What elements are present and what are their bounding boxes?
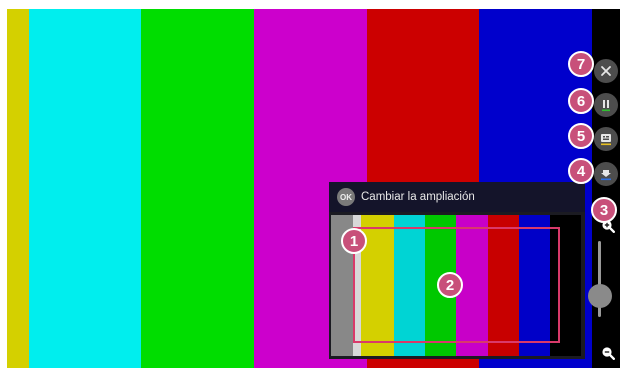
callout-badge-6: 6: [568, 88, 594, 114]
ok-badge: OK: [337, 188, 355, 206]
caption-button[interactable]: [594, 127, 618, 151]
color-bar: [29, 9, 141, 368]
magnifier-panel: OK Cambiar la ampliación: [329, 182, 585, 359]
zoom-out-button[interactable]: [601, 346, 615, 360]
color-bar: [141, 9, 254, 368]
close-button[interactable]: [594, 59, 618, 83]
callout-badge-7: 7: [568, 51, 594, 77]
pause-button[interactable]: [594, 93, 618, 117]
zoom-out-icon: [602, 347, 615, 360]
thumbnail-bar: [519, 215, 550, 356]
zoom-slider-knob[interactable]: [588, 283, 612, 308]
magnifier-title: Cambiar la ampliación: [361, 191, 475, 203]
color-bar: [7, 9, 29, 368]
move-button[interactable]: [594, 162, 618, 186]
thumbnail-bar: [488, 215, 519, 356]
caption-icon: [601, 134, 611, 146]
move-down-icon: [601, 170, 611, 181]
pause-icon: [602, 100, 610, 112]
magnifier-header: OK Cambiar la ampliación: [329, 182, 585, 212]
close-icon: [601, 66, 611, 76]
callout-badge-2: 2: [437, 272, 463, 298]
callout-badge-5: 5: [568, 123, 594, 149]
callout-badge-3: 3: [591, 197, 617, 223]
thumbnail-bar: [550, 215, 581, 356]
thumbnail-bar: [394, 215, 425, 356]
callout-badge-4: 4: [568, 158, 594, 184]
callout-badge-1: 1: [341, 228, 367, 254]
